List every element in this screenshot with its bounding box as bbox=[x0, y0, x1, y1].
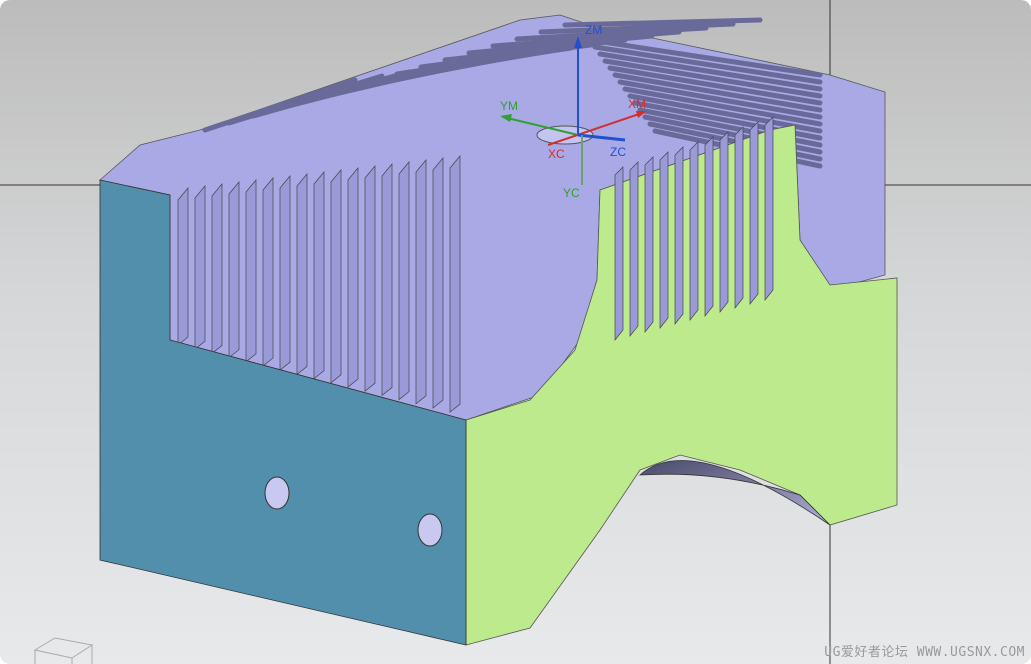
axis-label-xm: XM bbox=[628, 97, 646, 111]
hole bbox=[417, 513, 443, 547]
fin bbox=[245, 179, 257, 363]
fin bbox=[614, 166, 624, 341]
fin bbox=[629, 161, 639, 337]
model-view[interactable]: ZM YM XM XC ZC YC bbox=[0, 0, 1031, 664]
fin bbox=[659, 151, 669, 329]
fin bbox=[415, 159, 427, 405]
view-triad-cube[interactable] bbox=[33, 637, 94, 664]
fin bbox=[734, 126, 744, 309]
fin bbox=[644, 156, 654, 333]
fin bbox=[211, 183, 223, 355]
fin bbox=[449, 155, 461, 413]
graphics-viewport[interactable]: ZM YM XM XC ZC YC UG爱好者论坛 WWW.UGSNX.COM bbox=[0, 0, 1031, 664]
fin bbox=[330, 169, 342, 384]
watermark: UG爱好者论坛 WWW.UGSNX.COM bbox=[824, 645, 1025, 660]
hole bbox=[264, 476, 290, 510]
fin bbox=[704, 136, 714, 317]
fin bbox=[381, 163, 393, 397]
axis-label-zm: ZM bbox=[585, 23, 602, 37]
fin bbox=[279, 175, 291, 371]
fin bbox=[364, 165, 376, 392]
fin bbox=[262, 177, 274, 367]
fin bbox=[347, 167, 359, 388]
fin bbox=[749, 121, 759, 305]
axis-label-yc: YC bbox=[563, 186, 580, 200]
fin bbox=[228, 181, 240, 359]
axis-label-zc: ZC bbox=[610, 145, 626, 159]
fin bbox=[194, 185, 206, 350]
fin bbox=[764, 116, 774, 301]
fin bbox=[313, 171, 325, 380]
fin bbox=[674, 146, 684, 325]
axis-label-ym: YM bbox=[500, 99, 518, 113]
fin bbox=[296, 173, 308, 376]
fin bbox=[689, 141, 699, 321]
fin bbox=[432, 157, 444, 409]
fin bbox=[719, 131, 729, 313]
fin bbox=[398, 161, 410, 401]
fin bbox=[177, 187, 189, 346]
axis-label-xc: XC bbox=[548, 147, 565, 161]
